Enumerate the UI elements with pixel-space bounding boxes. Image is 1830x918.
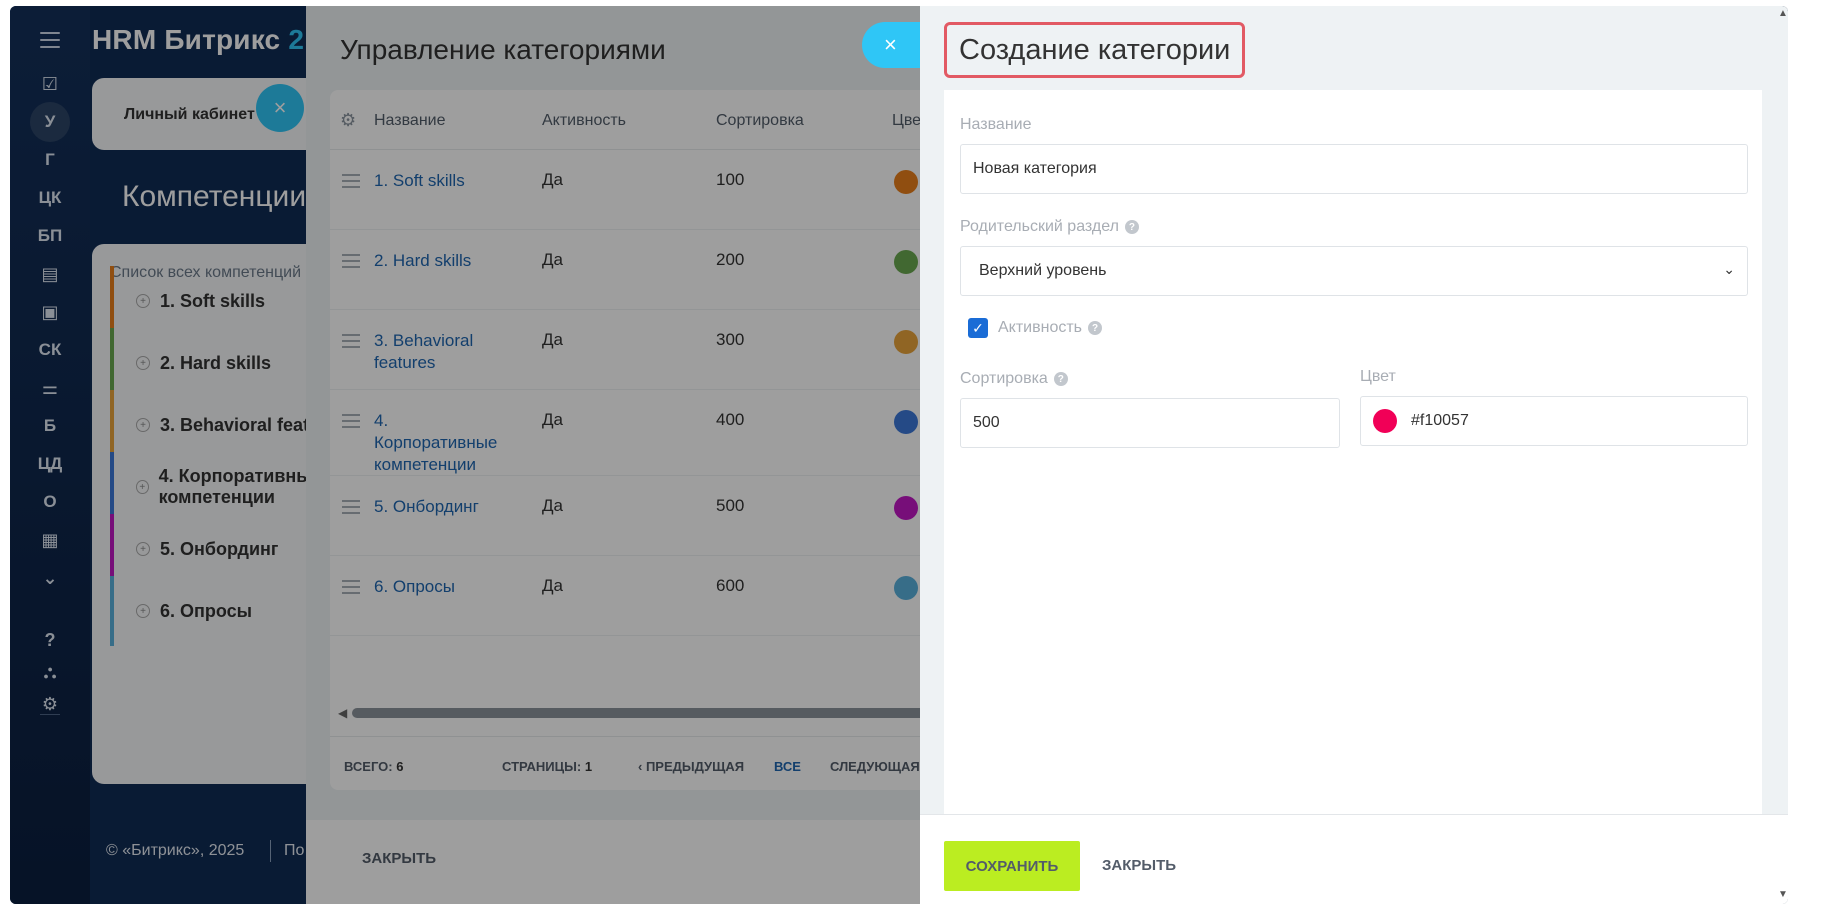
active-checkbox[interactable]: ✓ — [968, 318, 988, 338]
chevron-down-icon: ⌄ — [1723, 261, 1735, 277]
color-input[interactable]: #f10057 — [1360, 396, 1748, 446]
scroll-down-icon[interactable]: ▼ — [1778, 889, 1788, 900]
parent-select[interactable]: Верхний уровень ⌄ — [960, 246, 1748, 296]
scroll-up-icon[interactable]: ▲ — [1778, 8, 1788, 19]
sort-label: Сортировка? — [960, 370, 1068, 388]
vertical-scrollbar[interactable]: ▲ ▼ — [1778, 6, 1788, 904]
help-icon[interactable]: ? — [1124, 220, 1139, 234]
create-category-panel: Создание категории Название Новая катего… — [920, 6, 1788, 904]
help-icon[interactable]: ? — [1088, 321, 1103, 335]
parent-label: Родительский раздел? — [960, 218, 1139, 236]
name-label: Название — [960, 116, 1032, 133]
active-label: Активность? — [998, 319, 1103, 337]
manage-panel-dim — [306, 6, 926, 904]
create-footer-bar: СОХРАНИТЬ ЗАКРЫТЬ — [920, 814, 1788, 904]
app-window: ☑ У Г ЦК БП ▤ ▣ СК ⚌ Б ЦД О ▦ ⌄? ⛬ ⚙ HRM Битрикс 2 Личн… — [10, 6, 1788, 904]
color-swatch[interactable] — [1373, 409, 1397, 433]
category-form: Название Новая категория Родительский ра… — [944, 90, 1762, 818]
create-close-button[interactable]: ЗАКРЫТЬ — [1102, 857, 1176, 874]
color-label: Цвет — [1360, 368, 1396, 385]
create-title: Создание категории — [944, 22, 1246, 78]
sort-input[interactable]: 500 — [960, 398, 1340, 448]
help-icon[interactable]: ? — [1053, 372, 1068, 386]
name-input[interactable]: Новая категория — [960, 144, 1748, 194]
save-button[interactable]: СОХРАНИТЬ — [944, 841, 1080, 891]
